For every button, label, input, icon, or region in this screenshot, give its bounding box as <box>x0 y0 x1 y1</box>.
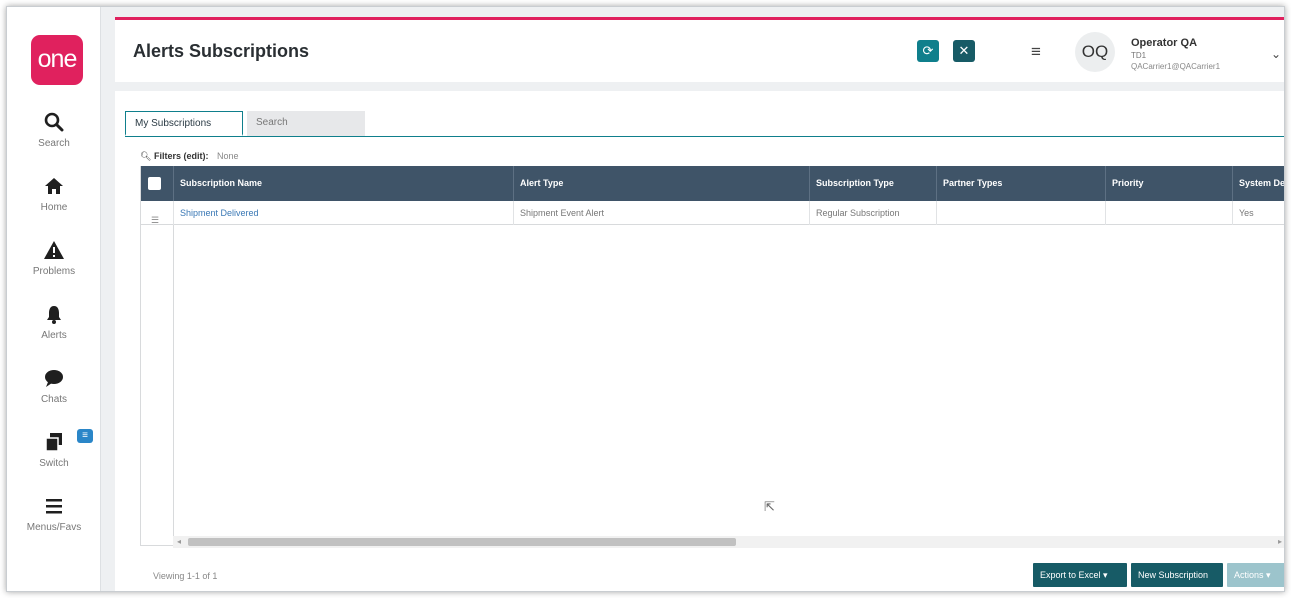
filters-bar: 🔍︎ Filters (edit): None <box>140 151 239 162</box>
actions-button[interactable]: Actions ▾ <box>1227 563 1284 587</box>
refresh-button[interactable]: ⟳ <box>917 40 939 62</box>
subscriptions-table: Subscription Name Alert Type Subscriptio… <box>140 166 1284 546</box>
user-org: TD1 <box>1131 51 1147 60</box>
sidebar-item-label: Problems <box>32 266 76 277</box>
filters-value: None <box>216 151 239 161</box>
sidebar-item-search[interactable]: Search <box>7 111 101 149</box>
close-button[interactable]: ✕ <box>953 40 975 62</box>
sidebar-item-label: Search <box>38 138 70 149</box>
column-header-system-def[interactable]: System Def <box>1233 166 1284 201</box>
cell-alert-type: Shipment Event Alert <box>514 201 810 225</box>
tab-divider <box>125 136 1284 137</box>
sidebar-item-problems[interactable]: Problems <box>7 239 101 277</box>
column-header-priority[interactable]: Priority <box>1106 166 1233 201</box>
hamburger-menu-icon[interactable]: ≡ <box>1031 42 1041 62</box>
bell-icon <box>7 303 101 329</box>
sidebar-item-chats[interactable]: Chats <box>7 367 101 405</box>
main-panel: My Subscriptions Search 🔍︎ Filters (edit… <box>115 91 1284 591</box>
sidebar-item-menus-favs[interactable]: Menus/Favs <box>7 495 101 533</box>
sidebar-item-switch[interactable]: ≡ Switch <box>7 429 101 469</box>
sidebar-item-label: Switch <box>39 458 69 469</box>
filters-edit-link[interactable]: Filters (edit): <box>154 151 209 161</box>
sidebar-item-label: Menus/Favs <box>26 522 82 533</box>
table-row: ☰ Shipment Delivered Shipment Event Aler… <box>141 201 1284 225</box>
refresh-icon: ⟳ <box>922 43 934 58</box>
cell-partner-types <box>937 201 1106 225</box>
sidebar-item-label: Home <box>40 202 68 213</box>
actions-label: Actions <box>1234 570 1264 580</box>
sidebar-item-label: Chats <box>40 394 68 405</box>
cell-subscription-type: Regular Subscription <box>810 201 937 225</box>
page-header: Alerts Subscriptions ⟳ ✕ ≡ OQ Operator Q… <box>115 20 1284 82</box>
scroll-left-icon[interactable]: ◂ <box>177 537 181 546</box>
user-name: Operator QA <box>1131 37 1198 49</box>
column-header-partner-types[interactable]: Partner Types <box>937 166 1106 201</box>
avatar[interactable]: OQ <box>1075 32 1115 72</box>
scrollbar-thumb[interactable] <box>188 538 736 546</box>
column-header-subscription-type[interactable]: Subscription Type <box>810 166 937 201</box>
mouse-pointer-icon: ⇱ <box>764 499 775 514</box>
row-menu-cell: ☰ <box>141 201 174 225</box>
pagination-status: Viewing 1-1 of 1 <box>153 571 218 581</box>
page-title: Alerts Subscriptions <box>133 41 310 61</box>
home-icon <box>7 175 101 201</box>
close-icon: ✕ <box>958 43 970 58</box>
tab-my-subscriptions[interactable]: My Subscriptions <box>125 111 243 136</box>
column-header-alert-type[interactable]: Alert Type <box>514 166 810 201</box>
app-logo[interactable]: one <box>31 35 83 85</box>
table-header-row: Subscription Name Alert Type Subscriptio… <box>141 166 1284 201</box>
sidebar-item-alerts[interactable]: Alerts <box>7 303 101 341</box>
sidebar-item-home[interactable]: Home <box>7 175 101 213</box>
chevron-down-icon[interactable]: ⌄ <box>1271 47 1281 61</box>
select-all-checkbox[interactable] <box>148 177 161 190</box>
menu-icon <box>7 495 101 521</box>
caret-down-icon: ▾ <box>1103 570 1108 580</box>
export-label: Export to Excel <box>1040 570 1101 580</box>
row-menu-icon[interactable]: ☰ <box>151 208 159 225</box>
cell-subscription-name[interactable]: Shipment Delivered <box>174 201 514 225</box>
app-window: one Search Home Problems Alerts Chats ≡ … <box>6 6 1285 592</box>
switch-badge-icon: ≡ <box>77 429 93 443</box>
export-to-excel-button[interactable]: Export to Excel ▾ <box>1033 563 1127 587</box>
caret-down-icon: ▾ <box>1266 570 1271 580</box>
scroll-right-icon[interactable]: ▸ <box>1278 537 1282 546</box>
cell-priority <box>1106 201 1233 225</box>
tab-search[interactable]: Search <box>247 111 365 136</box>
search-icon <box>7 111 101 137</box>
horizontal-scrollbar[interactable]: ◂ ▸ <box>173 536 1284 548</box>
user-email: QACarrier1@QACarrier1 <box>1131 62 1221 71</box>
new-subscription-button[interactable]: New Subscription <box>1131 563 1223 587</box>
sidebar-item-label: Alerts <box>41 330 67 341</box>
column-header-subscription-name[interactable]: Subscription Name <box>174 166 514 201</box>
select-column-header <box>141 166 174 201</box>
sidebar: one Search Home Problems Alerts Chats ≡ … <box>7 7 101 591</box>
filter-icon: 🔍︎ <box>140 151 152 161</box>
cell-system-def: Yes <box>1233 201 1284 225</box>
warning-icon <box>7 239 101 265</box>
row-gutter <box>141 225 174 545</box>
chat-icon <box>7 367 101 393</box>
